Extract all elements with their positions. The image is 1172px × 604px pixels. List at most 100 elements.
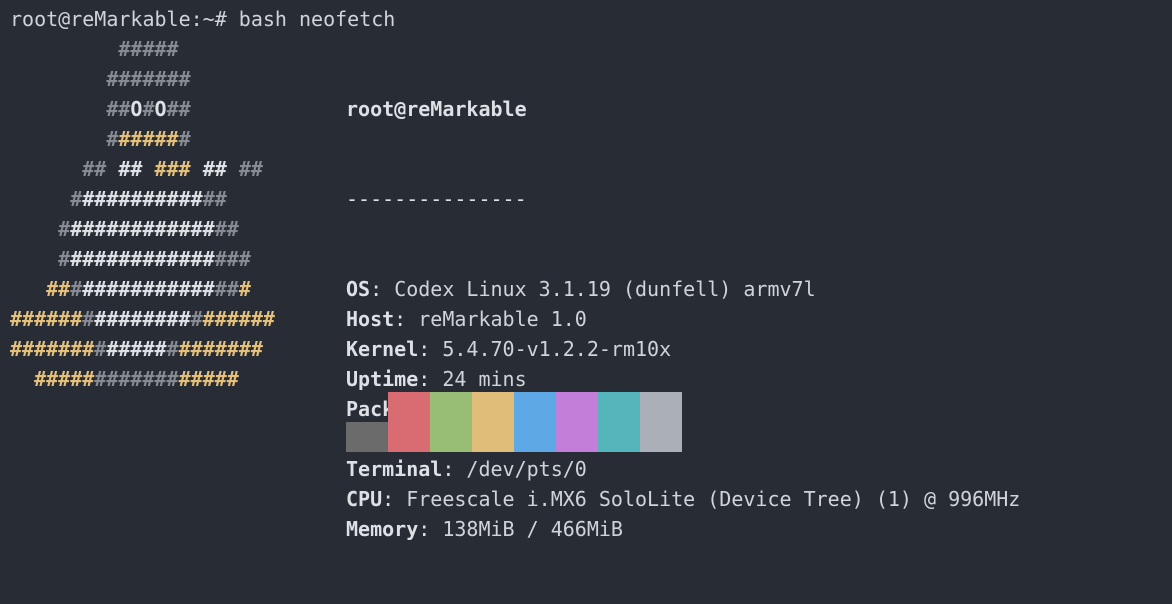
- logo-line: #######: [10, 124, 275, 154]
- logo-segment: #####: [178, 367, 239, 391]
- info-row-uptime: Uptime: 24 mins: [346, 364, 1020, 394]
- palette-swatch: [514, 392, 556, 452]
- info-value: Codex Linux 3.1.19 (dunfell) armv7l: [394, 277, 816, 301]
- logo-segment: ##: [46, 277, 71, 301]
- logo-segment: ###: [214, 247, 251, 271]
- logo-segment: #: [58, 217, 71, 241]
- logo-segment: [10, 277, 46, 301]
- logo-segment: #####: [118, 127, 179, 151]
- user-host: root@reMarkable: [346, 97, 527, 121]
- logo-segment: #####: [106, 337, 167, 361]
- palette-swatch: [346, 422, 388, 452]
- info-row-os: OS: Codex Linux 3.1.19 (dunfell) armv7l: [346, 274, 1020, 304]
- logo-line: #####: [10, 34, 275, 64]
- logo-segment: ##: [214, 277, 239, 301]
- info-colon: :: [370, 277, 395, 301]
- logo-segment: #: [178, 127, 191, 151]
- logo-segment: ##: [238, 157, 263, 181]
- logo-line: #################: [10, 364, 275, 394]
- info-key: Host: [346, 307, 395, 331]
- info-colon: :: [418, 517, 443, 541]
- logo-segment: ##: [82, 157, 107, 181]
- logo-segment: #######: [94, 367, 179, 391]
- logo-segment: #####: [34, 367, 95, 391]
- logo-segment: #: [142, 97, 155, 121]
- logo-segment: [191, 157, 203, 181]
- info-value: Freescale i.MX6 SoloLite (Device Tree) (…: [406, 487, 1021, 511]
- logo-segment: [10, 367, 34, 391]
- logo-segment: ##: [166, 97, 191, 121]
- info-key: OS: [346, 277, 371, 301]
- info-row-memory: Memory: 138MiB / 466MiB: [346, 514, 1020, 544]
- logo-segment: [10, 247, 58, 271]
- logo-segment: #: [70, 277, 83, 301]
- info-colon: :: [394, 307, 419, 331]
- logo-segment: ############: [70, 247, 215, 271]
- logo-line: ######################: [10, 304, 275, 334]
- palette-swatch: [598, 392, 640, 452]
- ascii-logo: ##### ####### ##O#O## ####### ## ## ### …: [10, 34, 275, 394]
- logo-line: ################: [10, 244, 275, 274]
- logo-line: #############: [10, 184, 275, 214]
- info-row-kernel: Kernel: 5.4.70-v1.2.2-rm10x: [346, 334, 1020, 364]
- logo-line: #####################: [10, 334, 275, 364]
- logo-segment: ##: [106, 97, 131, 121]
- logo-segment: [142, 157, 154, 181]
- info-value: 5.4.70-v1.2.2-rm10x: [442, 337, 672, 361]
- logo-segment: [10, 97, 106, 121]
- info-key: Uptime: [346, 367, 419, 391]
- info-value: /dev/pts/0: [466, 457, 587, 481]
- logo-segment: ###########: [82, 277, 215, 301]
- logo-segment: #######: [178, 337, 263, 361]
- info-key: Kernel: [346, 337, 419, 361]
- logo-segment: ###: [154, 157, 191, 181]
- logo-segment: [10, 127, 106, 151]
- logo-segment: [227, 157, 239, 181]
- logo-segment: [106, 157, 118, 181]
- logo-segment: [10, 187, 70, 211]
- logo-segment: #: [190, 307, 203, 331]
- color-palette: [346, 392, 682, 452]
- logo-segment: #: [238, 277, 251, 301]
- logo-segment: ######: [10, 307, 83, 331]
- logo-segment: ########: [94, 307, 191, 331]
- logo-segment: ######: [202, 307, 275, 331]
- info-value: reMarkable 1.0: [418, 307, 587, 331]
- palette-swatch: [388, 392, 430, 452]
- logo-segment: #: [94, 337, 107, 361]
- logo-segment: [10, 217, 58, 241]
- info-key: Terminal: [346, 457, 443, 481]
- palette-swatch: [640, 392, 682, 452]
- logo-segment: ##: [118, 157, 143, 181]
- info-row-cpu: CPU: Freescale i.MX6 SoloLite (Device Tr…: [346, 484, 1020, 514]
- logo-segment: ##: [202, 157, 227, 181]
- logo-segment: #: [70, 187, 83, 211]
- separator-line: ---------------: [346, 187, 527, 211]
- info-key: Memory: [346, 517, 419, 541]
- logo-segment: [10, 157, 82, 181]
- info-colon: :: [418, 337, 443, 361]
- logo-segment: #: [106, 127, 119, 151]
- terminal-window[interactable]: root@reMarkable:~# bash neofetch ##### #…: [0, 0, 1172, 541]
- info-key: CPU: [346, 487, 383, 511]
- palette-swatch: [472, 392, 514, 452]
- logo-segment: [10, 67, 106, 91]
- info-colon: :: [382, 487, 407, 511]
- info-value: 24 mins: [442, 367, 527, 391]
- info-value: 138MiB / 466MiB: [442, 517, 623, 541]
- logo-segment: [10, 37, 118, 61]
- logo-segment: ##: [214, 217, 239, 241]
- logo-segment: ############: [70, 217, 215, 241]
- info-row-terminal: Terminal: /dev/pts/0: [346, 454, 1020, 484]
- logo-segment: #######: [106, 67, 191, 91]
- logo-segment: #: [82, 307, 95, 331]
- command-prompt: root@reMarkable:~# bash neofetch: [10, 7, 396, 31]
- logo-segment: #######: [10, 337, 95, 361]
- logo-segment: #: [166, 337, 179, 361]
- logo-line: #######: [10, 64, 275, 94]
- logo-segment: O: [130, 97, 143, 121]
- info-colon: :: [418, 367, 443, 391]
- logo-segment: ##########: [82, 187, 203, 211]
- logo-segment: O: [154, 97, 167, 121]
- logo-segment: #: [58, 247, 71, 271]
